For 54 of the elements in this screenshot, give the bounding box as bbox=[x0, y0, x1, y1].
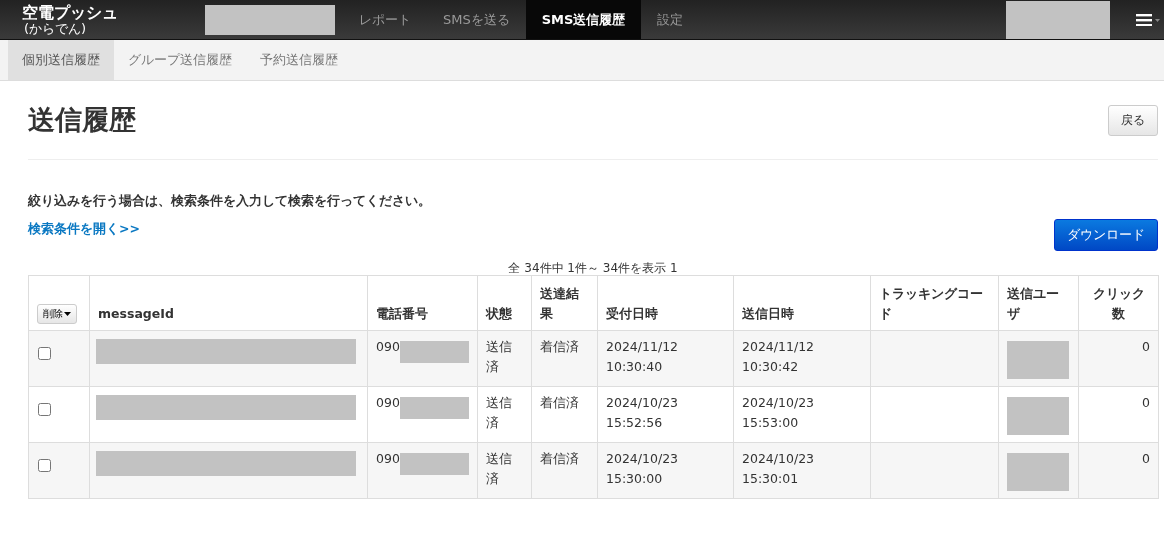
column-header: 送信日時 bbox=[742, 306, 794, 321]
table-cell-text: 090 bbox=[376, 450, 400, 468]
caret-icon bbox=[64, 312, 71, 317]
column-header: 状態 bbox=[486, 306, 512, 321]
table-cell: 2024/11/12 10:30:42 bbox=[742, 339, 815, 374]
table-cell: 着信済 bbox=[540, 395, 579, 410]
delete-dropdown-button[interactable]: 削除 bbox=[37, 304, 77, 324]
redacted-block bbox=[399, 453, 469, 475]
row-checkbox[interactable] bbox=[38, 403, 51, 416]
table-cell: 2024/10/23 15:30:01 bbox=[742, 451, 815, 486]
row-checkbox[interactable] bbox=[38, 347, 51, 360]
menu-icon[interactable] bbox=[1136, 13, 1160, 26]
table-cell: 0 bbox=[1142, 339, 1150, 354]
table-cell: 0 bbox=[1142, 451, 1150, 466]
column-header: messageId bbox=[98, 306, 174, 321]
redacted-block bbox=[399, 341, 469, 363]
nav-tab[interactable]: SMSを送る bbox=[427, 0, 526, 39]
page-title: 送信履歴 bbox=[28, 103, 136, 137]
table-cell: 着信済 bbox=[540, 339, 579, 354]
table-cell-text: 090 bbox=[376, 338, 400, 356]
redacted-block bbox=[1007, 341, 1069, 379]
column-header: 送達結果 bbox=[540, 286, 579, 321]
table-cell: 着信済 bbox=[540, 451, 579, 466]
logo-subtitle: (からでん) bbox=[23, 20, 88, 36]
column-header: 受付日時 bbox=[606, 306, 658, 321]
row-checkbox[interactable] bbox=[38, 459, 51, 472]
subnav-tab[interactable]: グループ送信履歴 bbox=[114, 40, 246, 80]
column-header: 送信ユーザ bbox=[1007, 286, 1059, 321]
pagination-text: 全 34件中 1件～ 34件を表示 1 bbox=[507, 260, 679, 275]
back-button[interactable]: 戻る bbox=[1108, 104, 1158, 136]
download-button[interactable]: ダウンロード bbox=[1054, 219, 1158, 251]
instruction-text: 絞り込みを行う場合は、検索条件を入力して検索を行ってください。 bbox=[28, 193, 432, 210]
table-cell: 送信済 bbox=[486, 395, 512, 430]
redacted-block bbox=[1007, 453, 1069, 491]
subnav-tab[interactable]: 予約送信履歴 bbox=[246, 40, 352, 80]
search-conditions-link[interactable]: 検索条件を開く>> bbox=[28, 221, 140, 251]
table-cell: 送信済 bbox=[486, 451, 512, 486]
table-cell-text: 090 bbox=[376, 394, 400, 412]
table-cell: 2024/10/23 15:52:56 bbox=[606, 395, 679, 430]
table-cell: 送信済 bbox=[486, 339, 512, 374]
column-header: クリック数 bbox=[1092, 286, 1145, 321]
table-cell: 2024/10/23 15:30:00 bbox=[606, 451, 679, 486]
nav-tab[interactable]: SMS送信履歴 bbox=[525, 0, 642, 39]
subnav-tab[interactable]: 個別送信履歴 bbox=[8, 40, 114, 80]
table-cell: 0 bbox=[1142, 395, 1150, 410]
table-cell: 2024/10/23 15:53:00 bbox=[742, 395, 815, 430]
column-header: 電話番号 bbox=[376, 306, 428, 321]
logo[interactable]: 空電プッシュ bbox=[22, 3, 205, 21]
redacted-block bbox=[399, 397, 469, 419]
column-header: トラッキングコード bbox=[879, 286, 983, 321]
nav-tab[interactable]: レポート bbox=[343, 0, 427, 39]
table-cell: 2024/11/12 10:30:40 bbox=[606, 339, 679, 374]
redacted-block bbox=[1007, 397, 1069, 435]
nav-tab[interactable]: 設定 bbox=[641, 0, 700, 39]
